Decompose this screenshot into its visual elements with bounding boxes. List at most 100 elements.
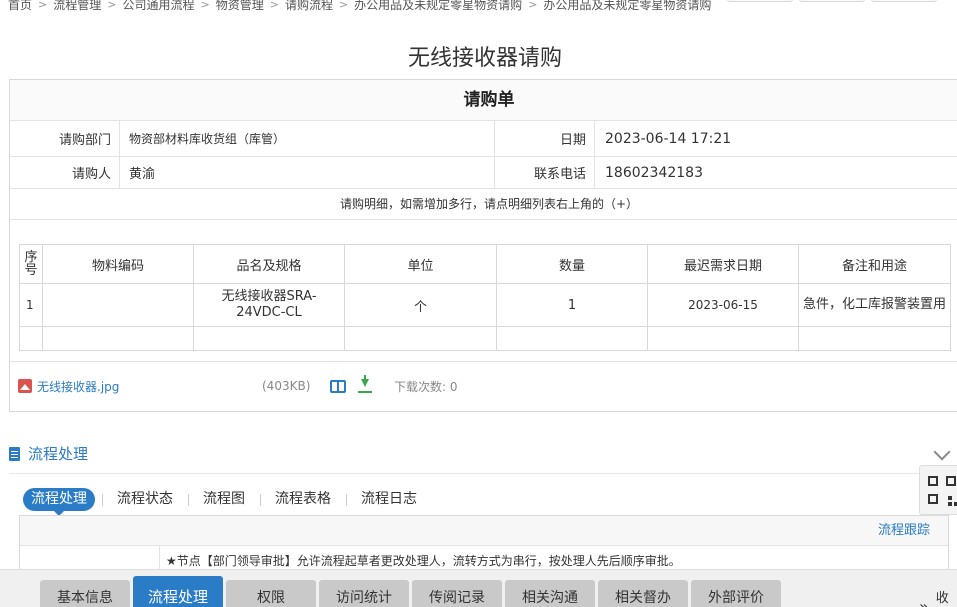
- toolbar-button[interactable]: [871, 0, 937, 2]
- breadcrumb-item[interactable]: 流程管理: [53, 0, 101, 13]
- top-toolbar: [727, 0, 937, 2]
- col-header-seq: 序号: [19, 244, 43, 284]
- breadcrumb-item[interactable]: 办公用品及未规定零星物资请购: [354, 0, 522, 13]
- info-row-dept: 请购部门 物资部材料库收货组（库管） 日期 2023-06-14 17:21: [10, 121, 957, 157]
- download-icon[interactable]: [358, 375, 372, 393]
- tab-separator: [102, 493, 103, 506]
- toolbar-button[interactable]: [727, 0, 793, 2]
- qr-code-icon: [928, 476, 957, 506]
- empty-cell: [19, 326, 43, 351]
- phone-label: 联系电话: [495, 157, 595, 188]
- collapse-toggle[interactable]: » 收起: [919, 587, 957, 607]
- tab-process-diagram[interactable]: 流程图: [195, 488, 253, 511]
- requester-value: 黄渝: [120, 157, 495, 188]
- col-header-qty: 数量: [496, 244, 648, 284]
- table-row-empty: [19, 326, 951, 351]
- empty-cell: [193, 326, 345, 351]
- detail-table: 序号 物料编码 品名及规格 单位 数量 最迟需求日期 备注和用途 1 无线接收器…: [19, 244, 951, 351]
- bottom-tab-communication[interactable]: 相关沟通: [505, 580, 595, 607]
- col-header-remark: 备注和用途: [798, 244, 951, 284]
- download-count: 下载次数: 0: [394, 379, 458, 394]
- chevron-right-icon: >: [338, 0, 349, 11]
- empty-cell: [798, 326, 951, 351]
- page: 首页 > 流程管理 > 公司通用流程 > 物资管理 > 请购流程 > 办公用品及…: [0, 0, 957, 607]
- breadcrumb-home[interactable]: 首页: [8, 0, 32, 13]
- cell-remark: 急件，化工库报警装置用: [798, 283, 951, 327]
- col-header-date: 最迟需求日期: [647, 244, 799, 284]
- breadcrumb-item[interactable]: 物资管理: [216, 0, 264, 13]
- process-panel: 流程跟踪 ★节点【部门领导审批】允许流程起草者更改处理人，流转方式为串行，按处理…: [19, 515, 949, 576]
- request-form: 请购单 请购部门 物资部材料库收货组（库管） 日期 2023-06-14 17:…: [9, 79, 957, 412]
- tab-process-status[interactable]: 流程状态: [109, 488, 181, 511]
- page-title: 无线接收器请购: [407, 46, 562, 71]
- phone-value-text: 18602342183: [605, 164, 703, 181]
- breadcrumb-current: 办公用品及未规定零星物资请购: [543, 0, 712, 12]
- tab-process-table[interactable]: 流程表格: [267, 488, 339, 511]
- bottom-tab-permission[interactable]: 权限: [226, 580, 316, 607]
- image-file-icon: [18, 379, 32, 393]
- process-title-text: 流程处理: [28, 445, 89, 463]
- bottom-tab-circulation[interactable]: 传阅记录: [412, 580, 502, 607]
- toolbar-button[interactable]: [799, 0, 865, 2]
- preview-book-icon[interactable]: [330, 379, 346, 393]
- tab-process-handle[interactable]: 流程处理: [23, 488, 95, 516]
- cell-name: 无线接收器SRA-24VDC-CL: [193, 283, 345, 327]
- attachment-actions: [330, 375, 394, 393]
- process-track-link[interactable]: 流程跟踪: [878, 523, 930, 538]
- chevron-right-icon: >: [38, 0, 48, 11]
- process-section-title: 流程处理: [9, 443, 88, 464]
- section-divider: [9, 473, 949, 474]
- attachment-link[interactable]: 无线接收器.jpg: [37, 378, 262, 395]
- form-header: 请购单: [10, 80, 957, 121]
- bottom-tab-process[interactable]: 流程处理: [133, 576, 223, 607]
- document-icon: [9, 446, 20, 461]
- empty-cell: [42, 326, 194, 351]
- cell-date: 2023-06-15: [647, 283, 799, 327]
- date-value: 2023-06-14 17:21: [595, 121, 957, 156]
- double-chevron-right-icon: »: [919, 596, 929, 607]
- detail-note: 请购明细，如需增加多行，请点明细列表右上角的（+）: [10, 189, 957, 220]
- col-header-unit: 单位: [344, 244, 497, 284]
- collapse-label: 收起: [935, 591, 949, 606]
- chevron-right-icon: >: [269, 0, 279, 11]
- bottom-tabs: 基本信息 流程处理 权限 访问统计 传阅记录 相关沟通 相关督办 外部评价: [40, 576, 781, 607]
- process-tabs: 流程处理 流程状态 流程图 流程表格 流程日志: [23, 488, 426, 516]
- table-row: 1 无线接收器SRA-24VDC-CL 个 1 2023-06-15 急件，化工…: [19, 283, 951, 327]
- breadcrumb-item[interactable]: 请购流程: [285, 0, 333, 13]
- chevron-right-icon: >: [528, 0, 538, 11]
- bottom-tab-basic-info[interactable]: 基本信息: [40, 580, 130, 607]
- empty-cell: [647, 326, 799, 351]
- info-row-requester: 请购人 黄渝 联系电话 18602342183: [10, 157, 957, 189]
- cell-qty: 1: [496, 283, 648, 327]
- cell-seq: 1: [19, 283, 43, 327]
- bottom-tab-external-review[interactable]: 外部评价: [691, 580, 781, 607]
- tab-separator: [346, 493, 347, 506]
- date-value-text: 2023-06-14 17:21: [605, 130, 732, 147]
- col-header-code: 物料编码: [42, 244, 194, 284]
- chevron-right-icon: >: [200, 0, 210, 11]
- attachment-size: (403KB): [262, 379, 311, 393]
- requester-label: 请购人: [10, 157, 120, 188]
- attachment-divider: [10, 361, 957, 362]
- tab-process-log[interactable]: 流程日志: [353, 488, 425, 511]
- chevron-down-icon[interactable]: [933, 443, 951, 461]
- cell-code: [42, 283, 194, 327]
- tab-separator: [188, 493, 189, 506]
- breadcrumb: 首页 > 流程管理 > 公司通用流程 > 物资管理 > 请购流程 > 办公用品及…: [8, 0, 711, 15]
- table-header-row: 序号 物料编码 品名及规格 单位 数量 最迟需求日期 备注和用途: [19, 244, 951, 284]
- attachment-row: 无线接收器.jpg (403KB) 下载次数: 0: [18, 375, 458, 396]
- tab-separator: [260, 493, 261, 506]
- bottom-tab-visit-stats[interactable]: 访问统计: [319, 580, 409, 607]
- empty-cell: [344, 326, 497, 351]
- dept-label: 请购部门: [10, 121, 120, 156]
- phone-value: 18602342183: [595, 157, 957, 188]
- cell-unit: 个: [344, 283, 497, 327]
- breadcrumb-item[interactable]: 公司通用流程: [122, 0, 194, 13]
- bottom-tab-bar: 基本信息 流程处理 权限 访问统计 传阅记录 相关沟通 相关督办 外部评价 » …: [0, 569, 957, 607]
- bottom-tab-supervision[interactable]: 相关督办: [598, 580, 688, 607]
- empty-cell: [496, 326, 648, 351]
- dept-value: 物资部材料库收货组（库管）: [120, 121, 495, 156]
- chevron-right-icon: >: [107, 0, 117, 11]
- col-header-name: 品名及规格: [193, 244, 345, 284]
- qr-code-button[interactable]: [919, 465, 957, 515]
